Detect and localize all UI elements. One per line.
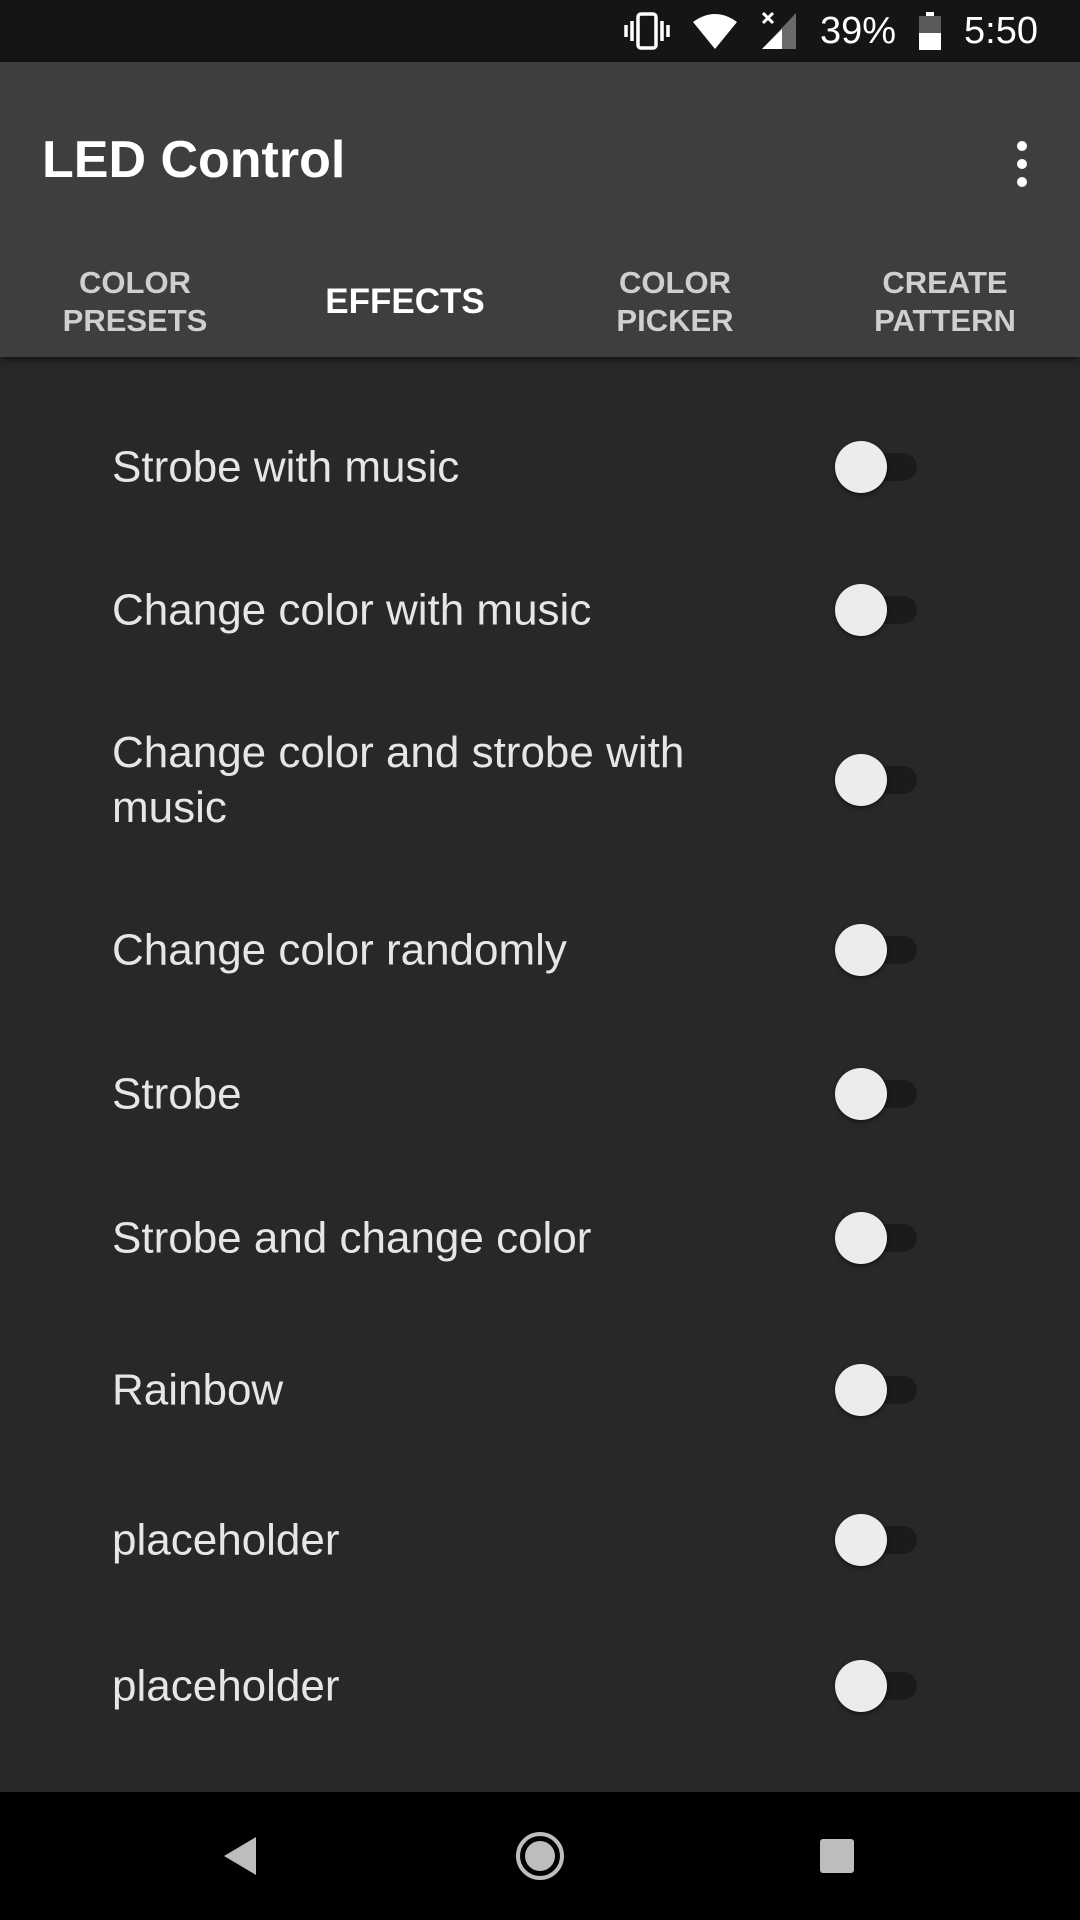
battery-icon — [918, 11, 942, 51]
effect-label: Change color and strobe with music — [112, 728, 685, 832]
more-vert-icon[interactable] — [990, 124, 1054, 204]
tab-color-presets[interactable]: COLOR PRESETS — [0, 247, 270, 357]
clock: 5:50 — [964, 9, 1038, 52]
effect-label: Strobe — [112, 1069, 242, 1119]
effect-toggle-switch[interactable] — [835, 1363, 917, 1417]
effect-toggle-switch[interactable] — [835, 923, 917, 977]
effect-toggle-switch[interactable] — [835, 753, 917, 807]
effect-label: placeholder — [112, 1661, 340, 1711]
effect-toggle-switch[interactable] — [835, 440, 917, 494]
effect-label: Change color randomly — [112, 925, 567, 975]
navigation-bar — [0, 1792, 1080, 1920]
effect-label: Strobe with music — [112, 442, 460, 492]
wifi-icon — [692, 12, 738, 50]
effects-list: Strobe with music Change color with musi… — [0, 357, 1080, 1792]
app-title: LED Control — [42, 131, 346, 189]
effect-toggle-switch[interactable] — [835, 1513, 917, 1567]
effect-label: placeholder — [112, 1515, 340, 1565]
battery-percent: 39% — [819, 9, 897, 52]
status-bar: 39% 5:50 — [0, 0, 1080, 62]
effect-toggle-switch[interactable] — [835, 1211, 917, 1265]
signal-icon — [760, 11, 798, 51]
recents-icon[interactable] — [797, 1820, 877, 1892]
back-icon[interactable] — [200, 1820, 280, 1892]
effect-label: Change color with music — [112, 585, 592, 635]
effect-label: Strobe and change color — [112, 1213, 592, 1263]
home-icon[interactable] — [500, 1820, 580, 1892]
tab-color-picker[interactable]: COLOR PICKER — [540, 247, 810, 357]
vibrate-icon — [624, 11, 670, 51]
tab-create-pattern[interactable]: CREATE PATTERN — [810, 247, 1080, 357]
app-bar: LED Control COLOR PRESETS EFFECTS COLOR … — [0, 62, 1080, 357]
tab-effects[interactable]: EFFECTS — [270, 247, 540, 357]
effect-toggle-switch[interactable] — [835, 1659, 917, 1713]
tab-bar: COLOR PRESETS EFFECTS COLOR PICKER CREAT… — [0, 247, 1080, 357]
effect-toggle-switch[interactable] — [835, 1067, 917, 1121]
effect-toggle-switch[interactable] — [835, 583, 917, 637]
effect-label: Rainbow — [112, 1365, 284, 1415]
